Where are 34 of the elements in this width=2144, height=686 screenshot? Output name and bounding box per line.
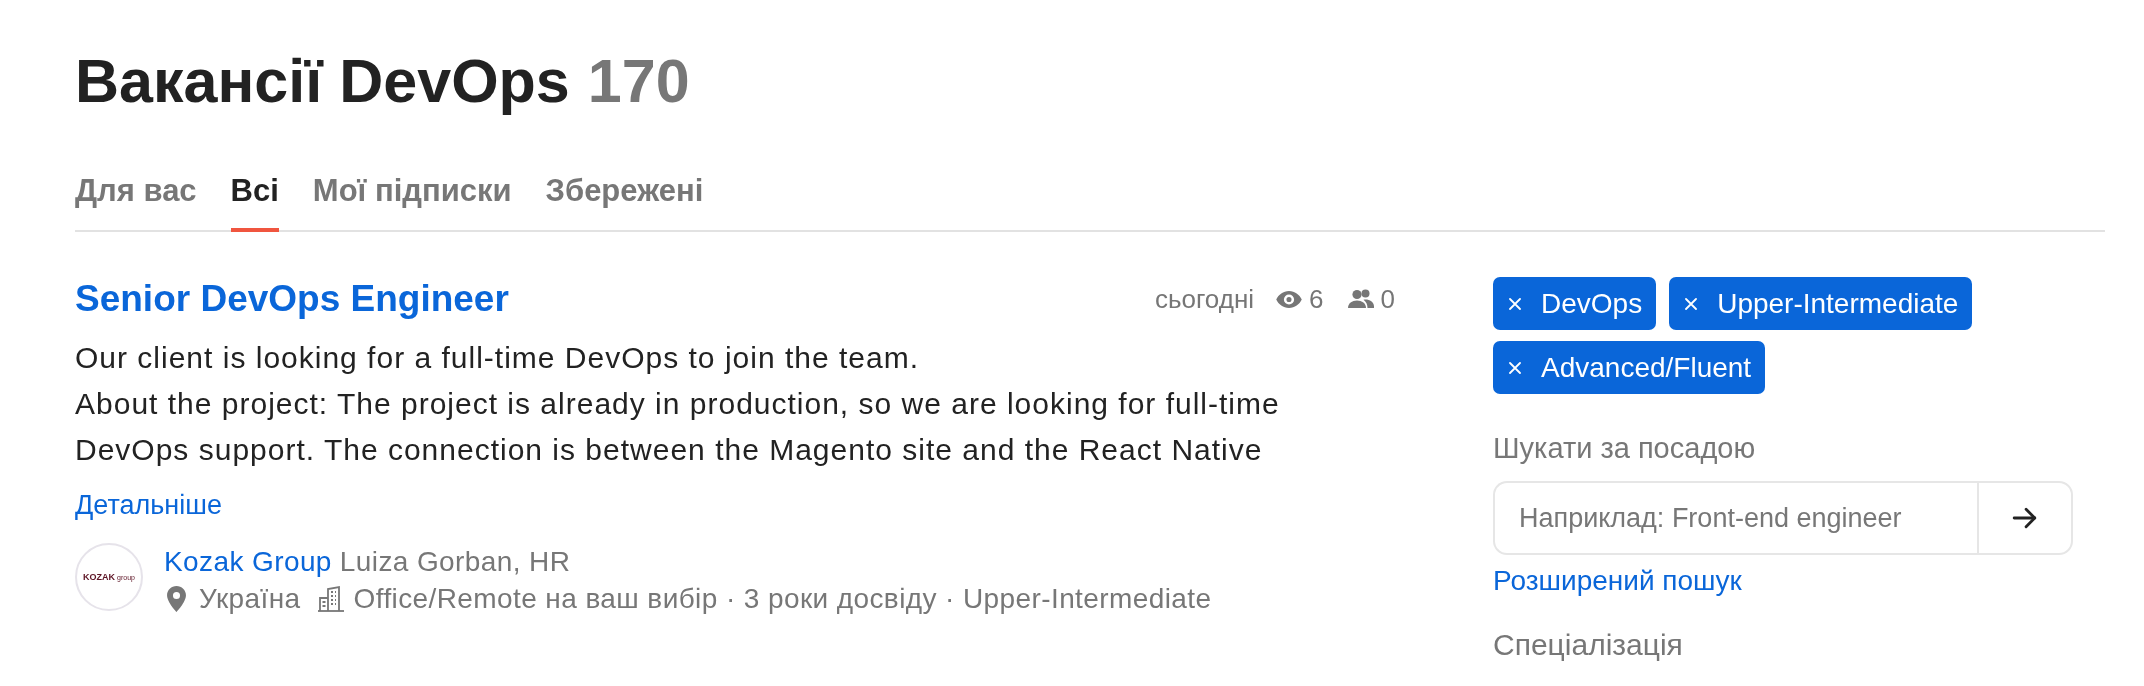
posted-date: сьогодні (1154, 284, 1255, 314)
logo-wordmark: KOZAK (83, 572, 116, 582)
details-link[interactable]: Детальніше (75, 488, 222, 522)
job-description: About the project: The project is already in production, so we are looking for full-time DevOps support. The connection is between the Magento site and the React Native (75, 386, 1281, 468)
eye-icon (1276, 290, 1303, 308)
people-icon (1347, 289, 1374, 309)
arrow-right-icon (2012, 507, 2038, 529)
recruiter-name: Luiza Gorban, HR (339, 545, 571, 579)
company-link[interactable]: Kozak Group (164, 543, 332, 580)
building-icon (316, 584, 345, 613)
close-icon[interactable] (1509, 361, 1521, 374)
search-field[interactable]: Наприклад: Front-end engineer (1493, 481, 1977, 555)
close-icon[interactable] (1509, 297, 1521, 310)
job-title-link[interactable]: Senior DevOps Engineer (75, 277, 509, 321)
close-icon[interactable] (1685, 297, 1698, 310)
views-count: 6 (1309, 284, 1324, 314)
search-label: Шукати за посадою (1493, 431, 1756, 466)
filter-tag[interactable]: Upper-Intermediate (1669, 277, 1973, 330)
job-location: Україна (199, 582, 301, 616)
section-heading: Спеціалізація (1493, 627, 1683, 663)
page-title: Вакансії DevOps (75, 46, 570, 117)
filter-tag[interactable]: Advanced/Fluent (1493, 341, 1766, 394)
filter-tag[interactable]: DevOps (1493, 277, 1657, 330)
job-description: Our client is looking for a full-time DevOps to join the team. (75, 340, 920, 376)
advanced-search-link[interactable]: Розширений пошук (1493, 564, 1742, 598)
tab[interactable]: Всі (230, 173, 279, 232)
search-button[interactable] (1977, 481, 2073, 555)
applicants-count: 0 (1380, 284, 1395, 314)
tab[interactable]: Для вас (75, 173, 197, 232)
vacancy-count: 170 (587, 46, 690, 117)
tab[interactable]: Збережені (545, 173, 704, 232)
map-pin-icon (167, 585, 186, 612)
job-details: Office/Remote на ваш вибір · 3 роки досвіду · Upper-Intermediate (353, 582, 1212, 616)
tab[interactable]: Мої підписки (312, 173, 512, 232)
